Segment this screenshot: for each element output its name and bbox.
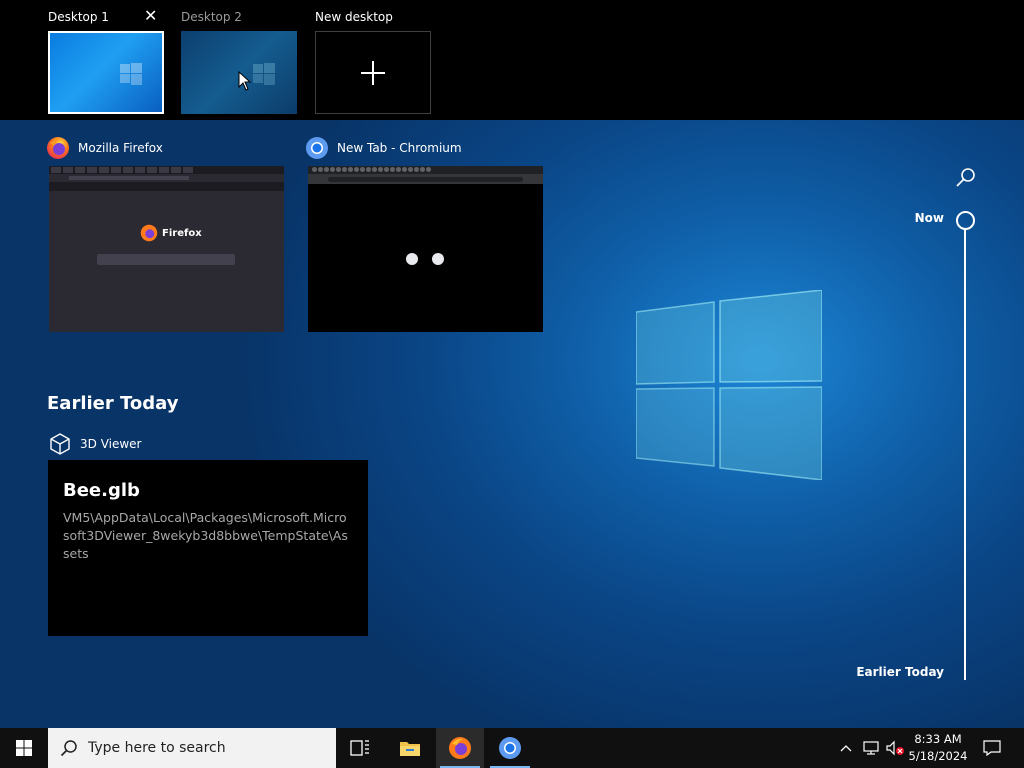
desktop-2-thumbnail[interactable] xyxy=(181,31,297,114)
desktop-1[interactable]: Desktop 1 ✕ xyxy=(48,8,164,114)
desktop-1-label: Desktop 1 xyxy=(48,10,109,24)
new-desktop-label: New desktop xyxy=(315,10,393,24)
windows-start-icon xyxy=(16,740,32,756)
chevron-up-icon xyxy=(840,745,852,752)
task-view-button[interactable] xyxy=(336,728,384,768)
start-button[interactable] xyxy=(0,728,48,768)
firefox-brand: Firefox xyxy=(140,224,202,242)
cube-icon xyxy=(50,433,70,455)
firefox-icon xyxy=(449,737,471,759)
task-view-icon xyxy=(350,740,369,756)
firefox-window-title[interactable]: Mozilla Firefox xyxy=(46,136,163,160)
notification-icon xyxy=(983,740,1001,756)
timeline-scrubber[interactable] xyxy=(956,211,975,230)
search-placeholder: Type here to search xyxy=(88,740,226,756)
clock-time: 8:33 AM xyxy=(914,732,962,746)
virtual-desktops-bar: Desktop 1 ✕ Desktop 2 New desktop xyxy=(0,0,1024,120)
volume-muted-icon xyxy=(886,740,904,756)
close-desktop-1-icon[interactable]: ✕ xyxy=(144,8,157,24)
firefox-window-thumbnail[interactable]: Firefox xyxy=(49,166,284,332)
3d-viewer-label: 3D Viewer xyxy=(80,437,142,451)
chromium-shortcut xyxy=(406,253,418,265)
desktop-2-label: Desktop 2 xyxy=(181,10,242,24)
network-button[interactable] xyxy=(860,728,882,768)
firefox-window-label: Mozilla Firefox xyxy=(78,141,163,155)
file-explorer-button[interactable] xyxy=(386,728,434,768)
chromium-shortcut xyxy=(432,253,444,265)
chromium-window-title[interactable]: New Tab - Chromium xyxy=(305,136,462,160)
firefox-search-field xyxy=(97,254,235,265)
firefox-urlbar xyxy=(49,174,284,183)
firefox-tabstrip xyxy=(49,166,284,174)
timeline-track[interactable] xyxy=(964,230,966,680)
search-icon xyxy=(60,740,77,757)
chromium-window-label: New Tab - Chromium xyxy=(337,141,462,155)
firefox-taskbar-button[interactable] xyxy=(436,728,484,768)
firefox-bookmarks-bar xyxy=(49,183,284,191)
activity-file-name: Bee.glb xyxy=(63,480,140,501)
windows-logo-icon xyxy=(120,63,142,85)
chromium-taskbar-button[interactable] xyxy=(486,728,534,768)
3d-viewer-app-title[interactable]: 3D Viewer xyxy=(48,432,141,456)
chromium-icon xyxy=(499,737,521,759)
plus-icon xyxy=(361,60,385,85)
chromium-window-thumbnail[interactable] xyxy=(308,166,543,332)
action-center-button[interactable] xyxy=(978,728,1006,768)
3d-viewer-activity-card[interactable]: Bee.glb VM5\AppData\Local\Packages\Micro… xyxy=(48,460,368,636)
taskbar-search-box[interactable]: Type here to search xyxy=(48,728,336,768)
desktop-1-thumbnail[interactable] xyxy=(48,31,164,114)
taskbar: Type here to search 8:33 AM 5/18/2024 xyxy=(0,728,1024,768)
chromium-icon xyxy=(306,137,328,159)
chromium-omnibox xyxy=(308,174,543,184)
earlier-today-heading: Earlier Today xyxy=(47,393,179,414)
taskbar-clock[interactable]: 8:33 AM 5/18/2024 xyxy=(906,731,970,765)
new-desktop[interactable]: New desktop xyxy=(315,8,431,114)
show-hidden-icons-button[interactable] xyxy=(836,728,856,768)
new-desktop-button[interactable] xyxy=(315,31,431,114)
firefox-icon xyxy=(47,137,69,159)
search-timeline-icon[interactable] xyxy=(954,166,978,190)
windows-logo-icon xyxy=(253,63,275,85)
volume-button[interactable] xyxy=(884,728,906,768)
mouse-cursor-icon xyxy=(238,71,252,91)
activity-file-path: VM5\AppData\Local\Packages\Microsoft.Mic… xyxy=(63,510,348,561)
firefox-logo-icon xyxy=(140,224,158,242)
folder-icon xyxy=(400,742,420,756)
desktop-2[interactable]: Desktop 2 xyxy=(181,8,297,114)
network-icon xyxy=(863,741,879,755)
firefox-brand-text: Firefox xyxy=(162,227,202,239)
timeline-now-label: Now xyxy=(914,211,944,225)
timeline-earlier-label[interactable]: Earlier Today xyxy=(856,665,944,679)
clock-date: 5/18/2024 xyxy=(908,749,968,763)
chromium-tabstrip xyxy=(308,166,543,174)
windows-logo-wallpaper xyxy=(636,290,822,480)
